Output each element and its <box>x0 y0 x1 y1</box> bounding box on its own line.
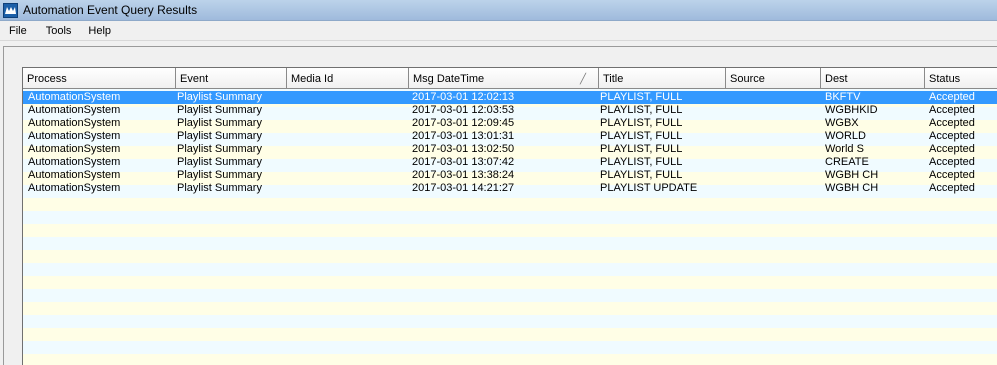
cell-title: PLAYLIST, FULL <box>600 130 683 142</box>
menu-help[interactable]: Help <box>79 25 119 37</box>
cell-process: AutomationSystem <box>28 156 121 168</box>
cell-title: PLAYLIST, FULL <box>600 156 683 168</box>
cell-event: Playlist Summary <box>177 169 262 181</box>
cell-source <box>728 182 822 195</box>
cell-msg-datetime: 2017-03-01 12:02:13 <box>412 91 515 103</box>
cell-title: PLAYLIST UPDATE <box>600 182 698 194</box>
window-title: Automation Event Query Results <box>23 3 198 17</box>
cell-event: Playlist Summary <box>177 143 262 155</box>
cell-media-id <box>289 104 409 117</box>
cell-dest: WGBH CH <box>825 182 879 194</box>
cell-msg-datetime: 2017-03-01 13:38:24 <box>412 169 515 181</box>
column-header-msg-datetime[interactable]: Msg DateTime ╱ <box>409 68 599 88</box>
cell-event: Playlist Summary <box>177 117 262 129</box>
table-row[interactable]: AutomationSystem Playlist Summary 2017-0… <box>23 117 997 130</box>
cell-media-id <box>289 143 409 156</box>
cell-source <box>728 143 822 156</box>
cell-process: AutomationSystem <box>28 143 121 155</box>
cell-process: AutomationSystem <box>28 91 121 103</box>
table-header: Process Event Media Id Msg DateTime ╱ Ti… <box>23 68 997 89</box>
cell-status: Accepted <box>929 130 975 142</box>
column-header-msg-datetime-label: Msg DateTime <box>413 73 485 85</box>
table-row[interactable]: AutomationSystem Playlist Summary 2017-0… <box>23 182 997 195</box>
cell-event: Playlist Summary <box>177 156 262 168</box>
table-row[interactable]: AutomationSystem Playlist Summary 2017-0… <box>23 130 997 143</box>
cell-dest: WORLD <box>825 130 866 142</box>
cell-title: PLAYLIST, FULL <box>600 104 683 116</box>
cell-source <box>728 91 822 104</box>
cell-process: AutomationSystem <box>28 182 121 194</box>
sort-indicator-icon: ╱ <box>579 74 586 85</box>
cell-msg-datetime: 2017-03-01 12:03:53 <box>412 104 515 116</box>
cell-dest: CREATE <box>825 156 869 168</box>
cell-title: PLAYLIST, FULL <box>600 143 683 155</box>
title-bar: Automation Event Query Results <box>0 0 997 21</box>
cell-process: AutomationSystem <box>28 130 121 142</box>
cell-event: Playlist Summary <box>177 91 262 103</box>
cell-media-id <box>289 117 409 130</box>
cell-event: Playlist Summary <box>177 182 262 194</box>
cell-source <box>728 156 822 169</box>
cell-dest: WGBHKID <box>825 104 878 116</box>
table-body: AutomationSystem Playlist Summary 2017-0… <box>23 91 997 195</box>
cell-source <box>728 104 822 117</box>
table-row[interactable]: AutomationSystem Playlist Summary 2017-0… <box>23 104 997 117</box>
cell-media-id <box>289 169 409 182</box>
cell-process: AutomationSystem <box>28 169 121 181</box>
cell-dest: WGBH CH <box>825 169 879 181</box>
table-row[interactable]: AutomationSystem Playlist Summary 2017-0… <box>23 91 997 104</box>
table-row[interactable]: AutomationSystem Playlist Summary 2017-0… <box>23 169 997 182</box>
column-header-event[interactable]: Event <box>176 68 287 88</box>
cell-msg-datetime: 2017-03-01 13:07:42 <box>412 156 515 168</box>
table-row[interactable]: AutomationSystem Playlist Summary 2017-0… <box>23 143 997 156</box>
cell-msg-datetime: 2017-03-01 13:01:31 <box>412 130 515 142</box>
cell-status: Accepted <box>929 104 975 116</box>
cell-source <box>728 169 822 182</box>
cell-title: PLAYLIST, FULL <box>600 169 683 181</box>
column-header-dest[interactable]: Dest <box>821 68 925 88</box>
cell-media-id <box>289 182 409 195</box>
cell-status: Accepted <box>929 182 975 194</box>
menu-file[interactable]: File <box>0 25 37 37</box>
column-header-title[interactable]: Title <box>599 68 726 88</box>
cell-media-id <box>289 130 409 143</box>
app-logo-icon <box>3 2 18 18</box>
cell-status: Accepted <box>929 156 975 168</box>
cell-status: Accepted <box>929 169 975 181</box>
cell-status: Accepted <box>929 143 975 155</box>
cell-status: Accepted <box>929 117 975 129</box>
cell-msg-datetime: 2017-03-01 12:09:45 <box>412 117 515 129</box>
menu-tools[interactable]: Tools <box>37 25 80 37</box>
column-header-media-id[interactable]: Media Id <box>287 68 409 88</box>
cell-process: AutomationSystem <box>28 117 121 129</box>
cell-source <box>728 117 822 130</box>
cell-title: PLAYLIST, FULL <box>600 117 683 129</box>
cell-source <box>728 130 822 143</box>
cell-msg-datetime: 2017-03-01 14:21:27 <box>412 182 515 194</box>
column-header-status[interactable]: Status <box>925 68 997 88</box>
column-header-source[interactable]: Source <box>726 68 821 88</box>
table-row[interactable]: AutomationSystem Playlist Summary 2017-0… <box>23 156 997 169</box>
cell-dest: WGBX <box>825 117 859 129</box>
menu-bar: File Tools Help <box>0 21 997 41</box>
cell-dest: World S <box>825 143 864 155</box>
cell-title: PLAYLIST, FULL <box>600 91 683 103</box>
cell-event: Playlist Summary <box>177 130 262 142</box>
cell-msg-datetime: 2017-03-01 13:02:50 <box>412 143 515 155</box>
cell-event: Playlist Summary <box>177 104 262 116</box>
cell-dest: BKFTV <box>825 91 861 103</box>
results-table[interactable]: Process Event Media Id Msg DateTime ╱ Ti… <box>22 67 997 365</box>
cell-media-id <box>289 156 409 169</box>
cell-process: AutomationSystem <box>28 104 121 116</box>
cell-status: Accepted <box>929 91 975 103</box>
column-header-process[interactable]: Process <box>23 68 176 88</box>
cell-media-id <box>289 91 409 104</box>
